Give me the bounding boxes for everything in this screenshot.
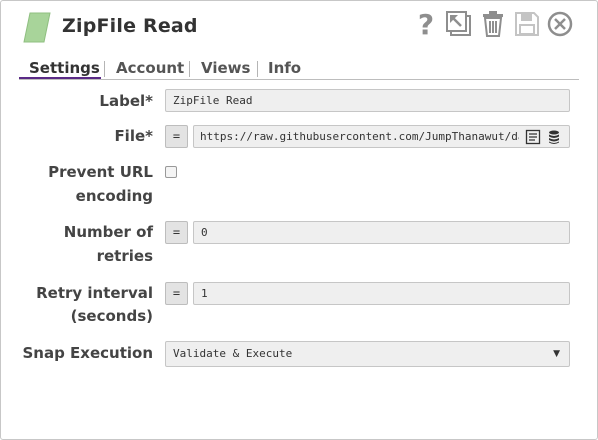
tab-divider (104, 61, 105, 77)
tab-bar: Settings Account Views Info (19, 57, 579, 81)
help-icon[interactable]: ? (412, 8, 440, 41)
snap-settings-dialog: ZipFile Read ? Settings Account Views In… (0, 0, 598, 440)
label-input[interactable]: ZipFile Read (165, 89, 570, 112)
expand-icon[interactable] (445, 10, 473, 38)
browse-file-icon[interactable] (525, 129, 541, 145)
number-of-retries-caption-line1: Number of (63, 223, 153, 241)
tab-bar-divider (19, 79, 579, 80)
retry-interval-expression-toggle[interactable]: = (165, 282, 188, 305)
label-field-caption: Label* (99, 92, 153, 110)
tab-settings[interactable]: Settings (29, 59, 100, 77)
tab-divider (257, 61, 258, 77)
chevron-down-icon: ▼ (553, 349, 560, 359)
prevent-url-encoding-checkbox[interactable] (165, 166, 177, 178)
retry-interval-caption-line1: Retry interval (36, 284, 153, 302)
snap-execution-value: Validate & Execute (173, 347, 293, 360)
tab-account[interactable]: Account (116, 59, 184, 77)
file-input[interactable]: https://raw.githubusercontent.com/JumpTh… (193, 125, 570, 148)
file-expression-toggle[interactable]: = (165, 125, 188, 148)
retry-interval-caption-line2: (seconds) (70, 307, 153, 325)
tab-divider (189, 61, 190, 77)
save-icon[interactable] (513, 10, 541, 38)
number-of-retries-input[interactable]: 0 (193, 221, 570, 244)
retries-expression-toggle[interactable]: = (165, 221, 188, 244)
retry-interval-input[interactable]: 1 (193, 282, 570, 305)
database-icon[interactable] (546, 129, 562, 145)
trash-icon[interactable] (479, 10, 507, 38)
tab-views[interactable]: Views (201, 59, 250, 77)
file-input-value: https://raw.githubusercontent.com/JumpTh… (200, 130, 519, 143)
snap-execution-caption: Snap Execution (22, 344, 153, 362)
snap-logo-icon (23, 12, 51, 43)
tab-info[interactable]: Info (268, 59, 301, 77)
close-icon[interactable] (546, 10, 574, 38)
number-of-retries-caption-line2: retries (96, 247, 153, 265)
file-field-caption: File* (114, 127, 153, 145)
prevent-url-encoding-caption-line1: Prevent URL (48, 163, 153, 181)
snap-execution-select[interactable]: Validate & Execute ▼ (165, 341, 570, 367)
dialog-title: ZipFile Read (62, 15, 198, 37)
prevent-url-encoding-caption-line2: encoding (75, 187, 153, 205)
